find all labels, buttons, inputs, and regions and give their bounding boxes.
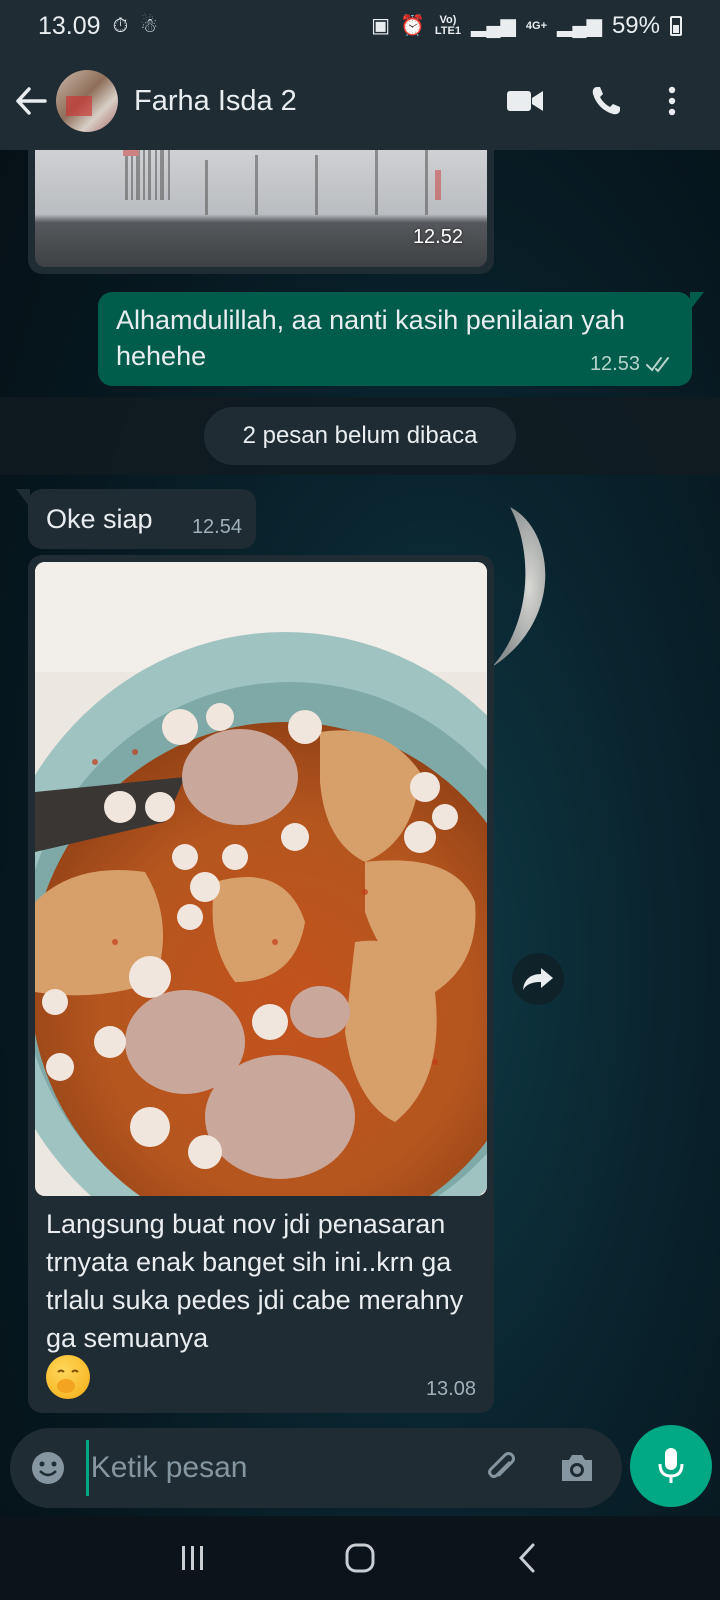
back-arrow-icon[interactable] (14, 84, 48, 118)
battery-percent: 59% (611, 12, 660, 39)
status-time: 13.09 (38, 11, 101, 40)
contact-name[interactable]: Farha Isda 2 (134, 85, 297, 118)
forward-icon[interactable] (512, 953, 564, 1005)
battery-saver-icon: ▣ (371, 15, 390, 37)
bubble-tail (16, 489, 30, 507)
signal-icon-1: ▂▄▆ (470, 15, 516, 37)
video-call-icon[interactable] (506, 88, 544, 114)
message-time: 12.52 (412, 226, 463, 248)
phone-icon[interactable] (590, 85, 622, 117)
message-image-incoming[interactable]: Langsung buat nov jdi penasaran trnyata … (28, 555, 494, 1413)
network-4g-label: 4G+ (525, 19, 548, 32)
notification-icon: ☃ (140, 15, 159, 37)
bakso-soup-photo[interactable] (35, 562, 487, 1196)
chat-header: Farha Isda 2 (0, 52, 720, 150)
emoji-icon[interactable] (28, 1448, 68, 1488)
bubble-tail (690, 292, 704, 310)
face-with-hand-over-mouth-icon (46, 1355, 90, 1399)
message-caption: Langsung buat nov jdi penasaran trnyata … (46, 1209, 464, 1353)
recent-apps-icon[interactable] (163, 1528, 223, 1588)
unread-messages-banner: 2 pesan belum dibaca (204, 407, 516, 465)
home-icon[interactable] (330, 1528, 390, 1588)
message-outgoing[interactable]: Alhamdulillah, aa nanti kasih penilaian … (98, 292, 704, 386)
message-input[interactable] (85, 1440, 477, 1496)
alarm-icon: ⏰ (399, 15, 425, 37)
message-time: 13.08 (425, 1378, 476, 1400)
status-bar: 13.09 ⏱ ☃ ▣ ⏰ Vo) LTE1 ▂▄▆ 4G+ ▂▄▆ 59% (0, 0, 720, 52)
message-text: Oke siap (46, 504, 153, 534)
battery-icon (670, 16, 682, 36)
volte-label: Vo) LTE1 (434, 14, 461, 37)
message-time: 12.54 (191, 516, 242, 538)
double-check-icon (646, 356, 669, 373)
shipping-receipt-photo: 12.52 (35, 150, 487, 267)
signal-icon-2: ▂▄▆ (557, 15, 602, 37)
camera-icon[interactable] (552, 1443, 602, 1493)
message-image-incoming[interactable]: 12.52 (28, 150, 494, 274)
more-vertical-icon[interactable] (668, 86, 676, 116)
attach-icon[interactable] (477, 1443, 527, 1493)
message-time: 12.53 (589, 353, 640, 375)
mic-icon[interactable] (630, 1425, 712, 1507)
message-incoming[interactable]: Oke siap 12.54 (16, 489, 256, 549)
system-navigation-bar (0, 1516, 720, 1600)
message-composer (10, 1428, 622, 1508)
timer-icon: ⏱ (112, 15, 129, 37)
avatar[interactable] (56, 70, 118, 132)
back-nav-icon[interactable] (497, 1528, 557, 1588)
